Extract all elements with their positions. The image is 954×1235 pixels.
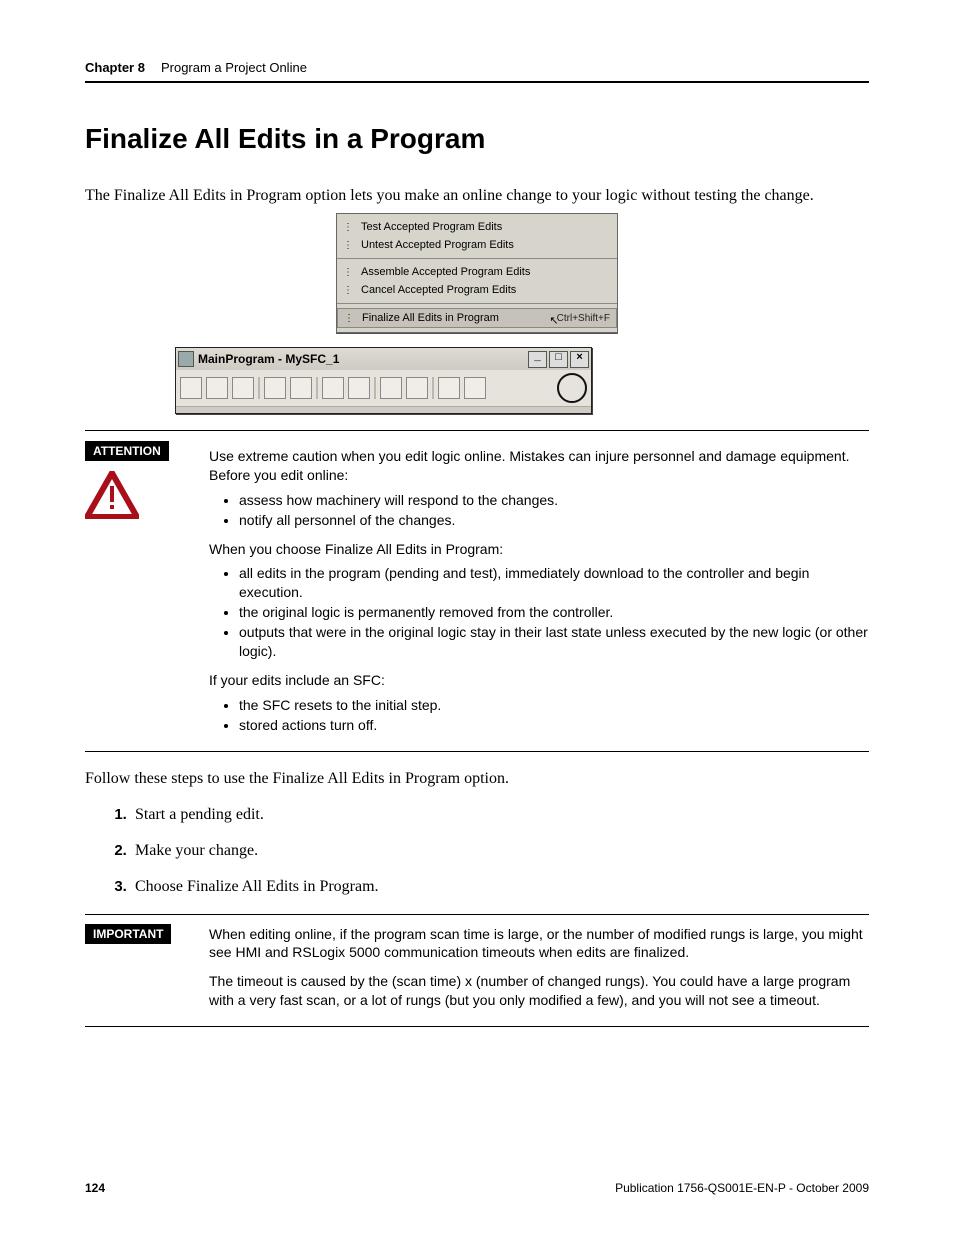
toolbar-separator — [374, 377, 376, 399]
toolbar-separator — [432, 377, 434, 399]
chapter-label: Chapter 8 — [85, 60, 145, 75]
divider — [85, 751, 869, 752]
attention-bullet: the original logic is permanently remove… — [239, 603, 869, 622]
attention-label: ATTENTION — [85, 441, 169, 461]
publication-id: Publication 1756-QS001E-EN-P - October 2… — [615, 1181, 869, 1195]
window-icon — [178, 351, 194, 367]
attention-bullet: outputs that were in the original logic … — [239, 623, 869, 661]
editor-toolbar — [176, 370, 591, 406]
finalize-toolbar-button-highlight — [557, 373, 587, 403]
window-title: MainProgram - MySFC_1 — [198, 352, 339, 366]
divider — [85, 81, 869, 83]
divider — [85, 430, 869, 431]
important-label: IMPORTANT — [85, 924, 171, 944]
warning-icon — [85, 471, 139, 519]
edits-icon: ⋮ — [341, 283, 355, 297]
window-strip — [176, 406, 591, 413]
menu-item-shortcut: Ctrl+Shift+F — [557, 313, 610, 324]
important-callout: IMPORTANT When editing online, if the pr… — [85, 925, 869, 1021]
divider — [85, 914, 869, 915]
attention-bullet: stored actions turn off. — [239, 716, 869, 735]
edits-icon: ⋮ — [342, 311, 356, 325]
toolbar-button[interactable] — [380, 377, 402, 399]
edits-icon: ⋮ — [341, 220, 355, 234]
menu-item-assemble-edits[interactable]: ⋮ Assemble Accepted Program Edits — [337, 263, 617, 281]
cursor-icon: ↖ — [549, 314, 558, 327]
window-titlebar: MainProgram - MySFC_1 _ □ × — [176, 348, 591, 370]
page-footer: 124 Publication 1756-QS001E-EN-P - Octob… — [85, 1181, 869, 1195]
important-text: When editing online, if the program scan… — [209, 925, 869, 963]
menu-item-label: Finalize All Edits in Program — [362, 312, 547, 324]
menu-item-label: Cancel Accepted Program Edits — [361, 284, 611, 296]
attention-bullet: notify all personnel of the changes. — [239, 511, 869, 530]
attention-bullet: the SFC resets to the initial step. — [239, 696, 869, 715]
toolbar-button[interactable] — [264, 377, 286, 399]
finalize-toolbar-button[interactable] — [562, 378, 582, 398]
toolbar-button[interactable] — [406, 377, 428, 399]
chapter-title: Program a Project Online — [161, 60, 307, 75]
attention-text: Use extreme caution when you edit logic … — [209, 447, 869, 485]
toolbar-button[interactable] — [232, 377, 254, 399]
close-button[interactable]: × — [570, 351, 589, 368]
toolbar-separator — [316, 377, 318, 399]
attention-bullet: all edits in the program (pending and te… — [239, 564, 869, 602]
steps-list: Start a pending edit. Make your change. … — [111, 806, 869, 896]
page: Chapter 8 Program a Project Online Final… — [0, 0, 954, 1235]
steps-lead: Follow these steps to use the Finalize A… — [85, 770, 869, 788]
menu-item-test-edits[interactable]: ⋮ Test Accepted Program Edits — [337, 218, 617, 236]
minimize-button[interactable]: _ — [528, 351, 547, 368]
toolbar-button[interactable] — [438, 377, 460, 399]
attention-text: When you choose Finalize All Edits in Pr… — [209, 540, 869, 559]
menu-item-label: Assemble Accepted Program Edits — [361, 266, 611, 278]
toolbar-separator — [258, 377, 260, 399]
toolbar-button[interactable] — [206, 377, 228, 399]
toolbar-button[interactable] — [290, 377, 312, 399]
edits-icon: ⋮ — [341, 265, 355, 279]
toolbar-button[interactable] — [322, 377, 344, 399]
page-title: Finalize All Edits in a Program — [85, 123, 869, 155]
step-item: Start a pending edit. — [131, 806, 869, 824]
context-menu: ⋮ Test Accepted Program Edits ⋮ Untest A… — [336, 213, 618, 333]
page-number: 124 — [85, 1181, 105, 1195]
menu-item-label: Test Accepted Program Edits — [361, 221, 611, 233]
divider — [85, 1026, 869, 1027]
menu-item-label: Untest Accepted Program Edits — [361, 239, 611, 251]
edits-icon: ⋮ — [341, 238, 355, 252]
menu-item-cancel-edits[interactable]: ⋮ Cancel Accepted Program Edits — [337, 281, 617, 299]
intro-paragraph: The Finalize All Edits in Program option… — [85, 187, 869, 205]
attention-bullet: assess how machinery will respond to the… — [239, 491, 869, 510]
attention-callout: ATTENTION Use extreme caution when you e… — [85, 441, 869, 745]
toolbar-button[interactable] — [348, 377, 370, 399]
running-header: Chapter 8 Program a Project Online — [85, 60, 869, 81]
step-item: Choose Finalize All Edits in Program. — [131, 878, 869, 896]
step-item: Make your change. — [131, 842, 869, 860]
toolbar-button[interactable] — [180, 377, 202, 399]
attention-text: If your edits include an SFC: — [209, 671, 869, 690]
menu-item-untest-edits[interactable]: ⋮ Untest Accepted Program Edits — [337, 236, 617, 254]
maximize-button[interactable]: □ — [549, 351, 568, 368]
menu-item-finalize-edits[interactable]: ⋮ Finalize All Edits in Program ↖ Ctrl+S… — [337, 308, 617, 328]
toolbar-button[interactable] — [464, 377, 486, 399]
important-text: The timeout is caused by the (scan time)… — [209, 972, 869, 1010]
editor-window: MainProgram - MySFC_1 _ □ × — [175, 347, 592, 414]
